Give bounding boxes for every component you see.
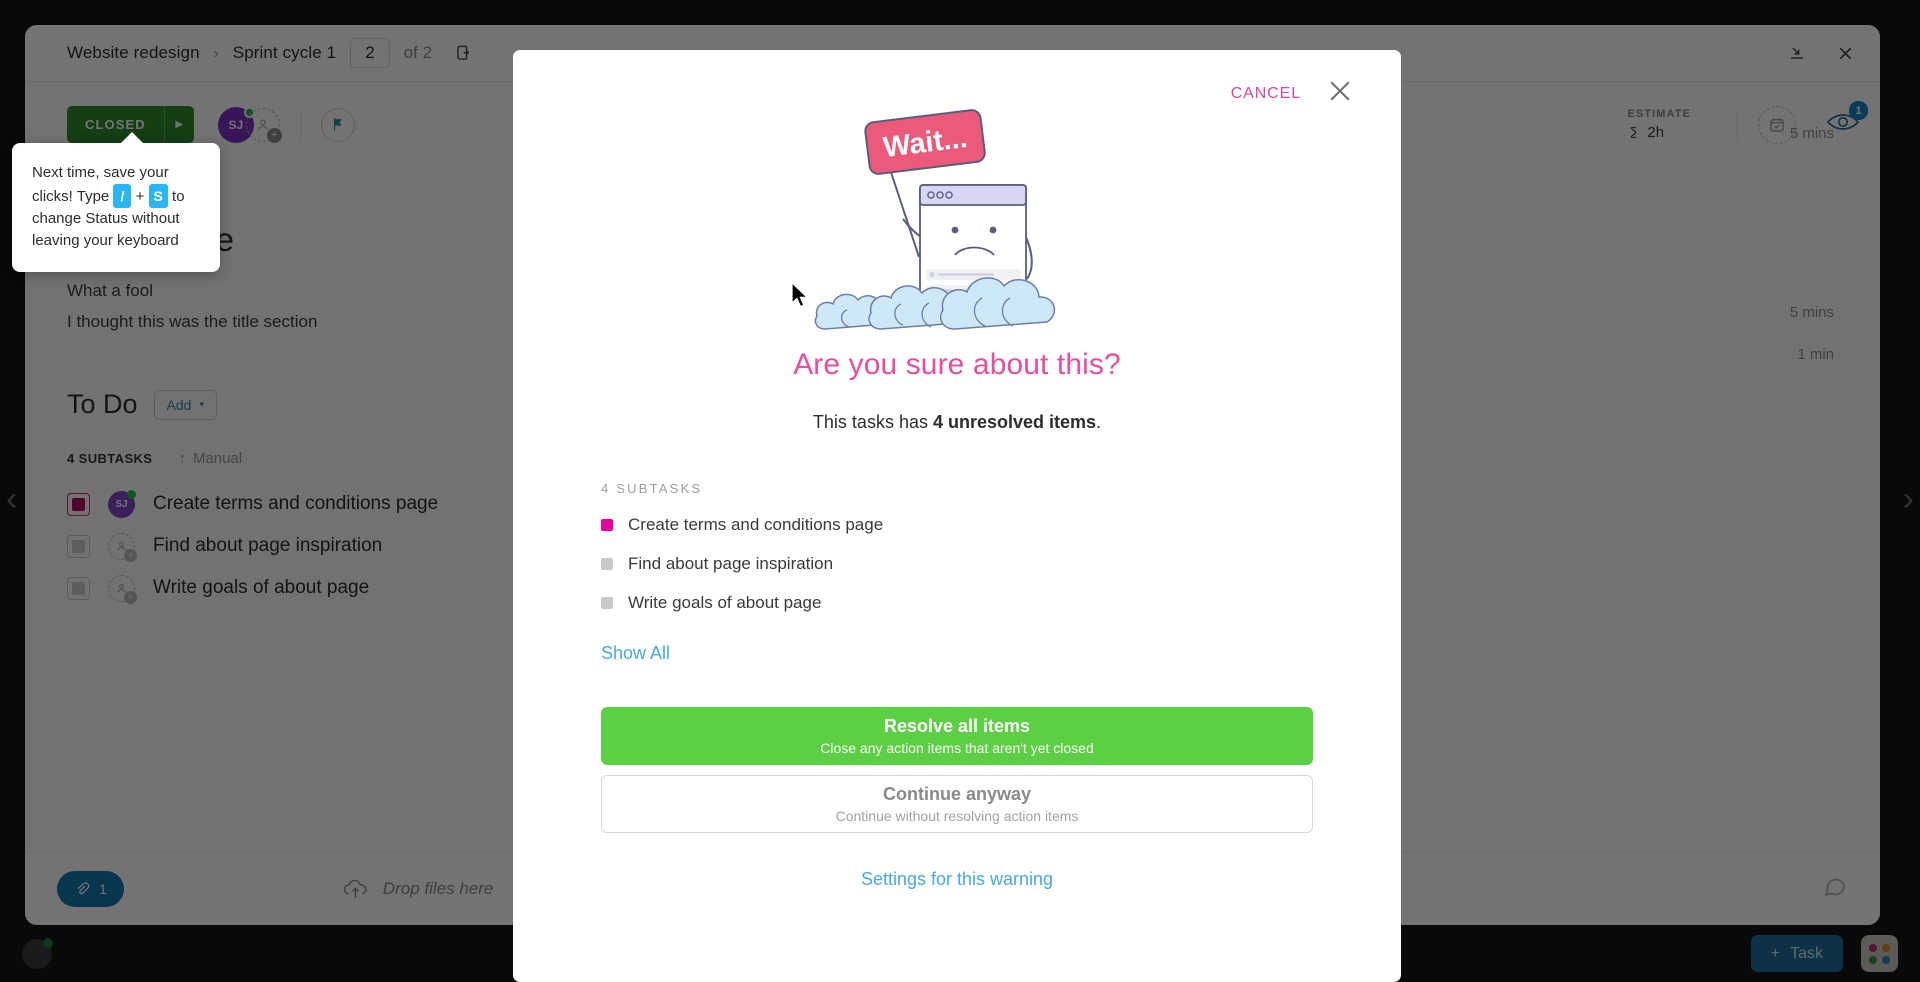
kbd-s-key: S <box>148 184 168 208</box>
resolve-all-items-title: Resolve all items <box>883 716 1031 736</box>
keyboard-shortcut-tooltip: Next time, save your clicks! Type / + S … <box>12 132 220 272</box>
tooltip-line-2-a: clicks! Type <box>32 188 110 205</box>
modal-subtitle: This tasks has 4 unresolved items. <box>513 412 1401 433</box>
status-badge <box>601 558 613 570</box>
list-item[interactable]: Create terms and conditions page <box>601 515 1313 535</box>
modal-section-label: 4 SUBTASKS <box>601 481 703 496</box>
tooltip-tail <box>120 132 144 144</box>
continue-anyway-button[interactable]: Continue anyway Continue without resolvi… <box>601 775 1313 833</box>
list-item-label: Create terms and conditions page <box>628 515 884 534</box>
unresolved-items-modal: CANCEL Wait... Are you sure about this? … <box>513 50 1401 982</box>
list-item-label: Write goals of about page <box>628 593 822 612</box>
tooltip-line-4: leaving your keyboard <box>32 232 179 249</box>
tooltip-plus: + <box>135 188 145 205</box>
continue-anyway-subtitle: Continue without resolving action items <box>835 808 1079 824</box>
resolve-all-items-button[interactable]: Resolve all items Close any action items… <box>601 707 1313 765</box>
kbd-slash-key: / <box>113 184 132 208</box>
list-item-label: Find about page inspiration <box>628 554 834 573</box>
list-item[interactable]: Write goals of about page <box>601 593 1313 613</box>
tooltip-line-2-b: to <box>172 188 185 205</box>
modal-subtitle-prefix: This tasks has <box>812 412 933 432</box>
modal-subtitle-suffix: . <box>1096 412 1102 432</box>
tooltip-line-2: clicks! Type / + S to <box>32 184 200 208</box>
continue-anyway-title: Continue anyway <box>882 784 1032 804</box>
list-item[interactable]: Find about page inspiration <box>601 554 1313 574</box>
settings-for-warning-link[interactable]: Settings for this warning <box>601 869 1313 890</box>
resolve-all-items-subtitle: Close any action items that aren't yet c… <box>820 740 1094 756</box>
tooltip-line-1: Next time, save your <box>32 164 169 181</box>
mouse-cursor <box>791 281 810 314</box>
page-title: Are you sure about this? <box>793 348 1121 381</box>
tooltip-line-3: change Status without <box>32 210 180 227</box>
modal-body: 4 SUBTASKS Create terms and conditions p… <box>513 481 1401 890</box>
status-badge <box>601 519 613 531</box>
modal-subtitle-count: 4 unresolved items <box>932 412 1097 432</box>
status-badge <box>601 597 613 609</box>
wait-sign-sad-browser-clouds-illustration: Wait... <box>513 97 1401 332</box>
show-all-link[interactable]: Show All <box>601 643 1313 664</box>
